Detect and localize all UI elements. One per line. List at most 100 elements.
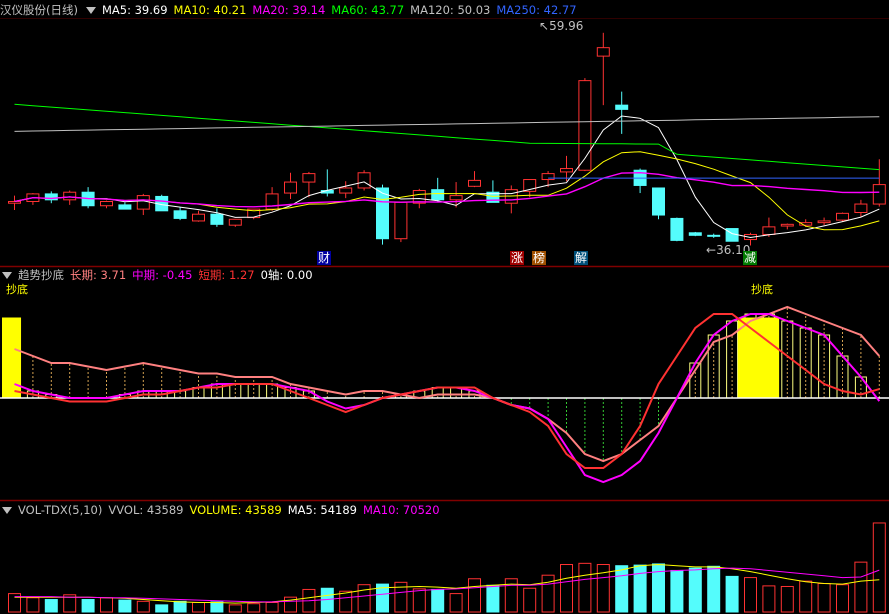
candle-body: [541, 173, 555, 181]
candle-body: [707, 234, 721, 237]
vol-ma5-label: MA5: 54189: [287, 503, 357, 517]
candle-body: [652, 187, 665, 216]
zero-axis-label: 0轴: 0.00: [260, 268, 313, 282]
candle-body: [596, 47, 610, 57]
volume-bar: [228, 604, 242, 613]
volume-bar: [780, 585, 794, 613]
ma60-label: MA60: 43.77: [331, 3, 405, 17]
candle-body: [780, 223, 794, 227]
mid-term-label: 中期: -0.45: [132, 268, 193, 282]
candle-body: [670, 217, 684, 241]
volume-bar: [541, 574, 555, 613]
volume-bar: [725, 575, 739, 613]
volume-indicator-name: VOL-TDX(5,10): [18, 503, 103, 517]
indicator-name: 趋势抄底: [18, 268, 64, 282]
dropdown-icon[interactable]: [2, 272, 12, 279]
candle-body: [449, 195, 463, 201]
candle-body: [854, 203, 868, 213]
candle-body: [357, 172, 371, 189]
ma120-label: MA120: 50.03: [410, 3, 491, 17]
volume-bar: [688, 567, 702, 613]
signal-highlight: [738, 317, 780, 398]
volume-bar: [744, 577, 757, 613]
volume-bar: [799, 580, 813, 613]
volume-bar: [155, 604, 169, 613]
candle-body: [394, 201, 408, 240]
volume-bar: [817, 583, 831, 613]
candle-body: [836, 212, 849, 221]
candle-body: [817, 220, 831, 224]
candle-body: [100, 201, 113, 207]
volume-bar: [100, 597, 113, 613]
volume-bar: [431, 588, 445, 613]
ma250-label: MA250: 42.77: [496, 3, 577, 17]
price-header: 汉仪股份(日线) MA5: 39.69 MA10: 40.21 MA20: 39.14…: [0, 2, 583, 18]
volume-bar: [412, 588, 426, 613]
candle-body: [118, 204, 132, 210]
volume-label: VOLUME: 43589: [189, 503, 282, 517]
volume-bar: [523, 587, 537, 613]
indicator-header: 趋势抄底 长期: 3.71 中期: -0.45 短期: 1.27 0轴: 0.00: [0, 267, 319, 283]
candle-body: [688, 232, 702, 236]
long-term-label: 长期: 3.71: [70, 268, 127, 282]
volume-bar: [486, 584, 500, 613]
volume-header: VOL-TDX(5,10) VVOL: 43589 VOLUME: 43589 MA5…: [0, 502, 446, 518]
candle-body: [872, 184, 886, 205]
indicator-bar: [799, 327, 812, 399]
ma60-line: [14, 103, 880, 171]
indicator-bar: [229, 383, 242, 399]
candle-body: [8, 201, 21, 204]
high-price-annotation: ↖59.96: [539, 19, 584, 33]
volume-bar: [468, 578, 481, 613]
volume-bar: [633, 564, 647, 613]
volume-bar: [339, 590, 353, 613]
chart-canvas[interactable]: [0, 0, 889, 614]
volume-bar: [173, 600, 187, 613]
volume-bar: [26, 597, 40, 613]
candle-body: [339, 187, 353, 194]
stock-title: 汉仪股份(日线): [0, 3, 78, 17]
ma5-line: [14, 115, 880, 239]
volume-bar: [265, 602, 279, 613]
volume-bar: [836, 584, 849, 613]
candle-body: [136, 195, 150, 210]
candle-body: [762, 226, 776, 235]
volume-bar: [136, 600, 150, 613]
volume-bar: [247, 603, 261, 613]
candle-body: [173, 210, 187, 219]
ma120-line: [14, 116, 880, 132]
signal-label-left: 抄底: [6, 283, 28, 296]
ma5-label: MA5: 39.69: [101, 3, 168, 17]
volume-bar: [210, 601, 224, 613]
dropdown-icon[interactable]: [85, 7, 96, 14]
volume-bar: [707, 565, 721, 613]
candle-body: [284, 181, 297, 194]
candle-body: [468, 179, 481, 187]
event-tag-rise[interactable]: 涨: [510, 251, 525, 265]
vvol-label: VVOL: 43589: [108, 503, 184, 517]
ma10-line: [14, 151, 880, 231]
volume-bar: [578, 562, 592, 613]
candle-body: [578, 80, 592, 171]
candle-body: [302, 173, 316, 183]
dropdown-icon[interactable]: [2, 507, 12, 514]
volume-bar: [449, 593, 463, 613]
short-term-label: 短期: 1.27: [198, 268, 255, 282]
ma20-label: MA20: 39.14: [252, 3, 326, 17]
event-tag-reduce[interactable]: 减: [743, 251, 758, 265]
candle-body: [376, 187, 389, 240]
volume-bar: [560, 564, 573, 613]
volume-bar: [44, 599, 58, 613]
candle-body: [615, 104, 629, 110]
event-tag-list[interactable]: 榜: [532, 251, 547, 265]
volume-bar: [81, 599, 95, 613]
volume-bar: [872, 522, 886, 613]
candle-body: [431, 189, 445, 201]
candle-body: [210, 213, 224, 225]
event-tag-finance[interactable]: 财: [317, 251, 332, 265]
signal-label-right: 抄底: [751, 283, 773, 296]
volume-bar: [762, 585, 776, 613]
volume-bar: [670, 569, 684, 613]
event-tag-unlock[interactable]: 解: [574, 251, 589, 265]
candle-body: [192, 213, 205, 222]
